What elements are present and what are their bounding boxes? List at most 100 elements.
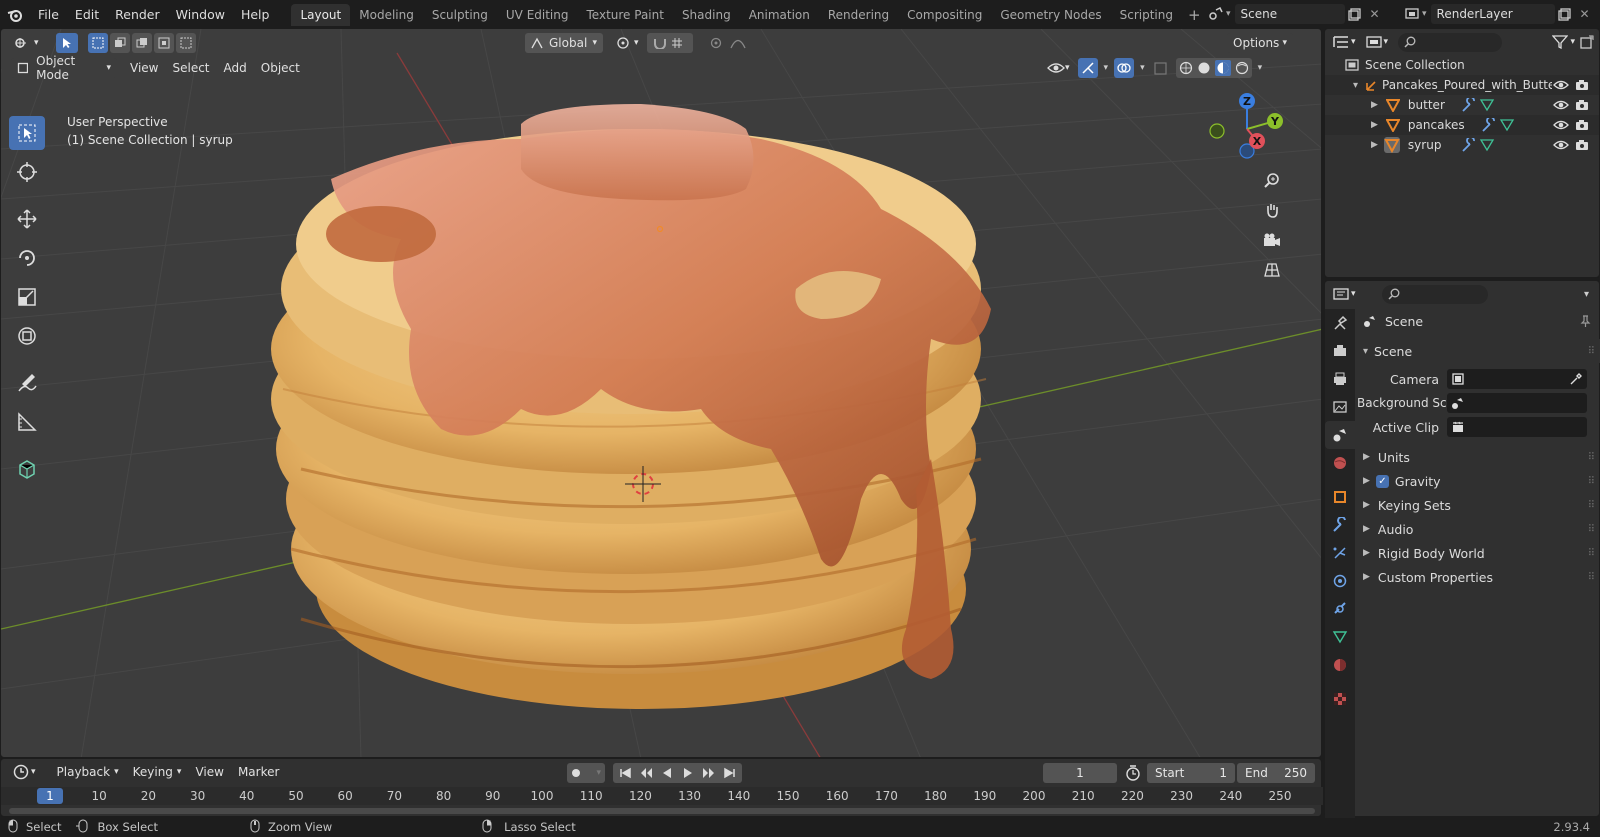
3d-viewport[interactable]: ▾ Global ▾ ▾ Options ▾ Object Mode ▾ Vie… <box>0 28 1322 758</box>
scene-name-field[interactable]: Scene <box>1234 4 1345 24</box>
view-layer-field[interactable]: RenderLayer <box>1430 4 1555 24</box>
new-scene-icon[interactable] <box>1345 4 1365 24</box>
proportional-edit-group[interactable] <box>703 33 753 53</box>
drag-handle-icon[interactable]: ⠿ <box>1588 548 1595 559</box>
delete-view-layer-icon[interactable]: ✕ <box>1575 4 1595 24</box>
outliner-search-input[interactable] <box>1398 32 1503 52</box>
material-preview-shading-icon[interactable] <box>1214 60 1231 76</box>
transform-orientation-dropdown[interactable]: Global ▾ <box>525 32 603 53</box>
start-frame-field[interactable]: Start 1 <box>1147 763 1235 783</box>
pan-view-button[interactable] <box>1259 197 1285 223</box>
menu-view[interactable]: View <box>123 58 165 78</box>
overlays-toggle[interactable] <box>1114 58 1135 78</box>
expand-arrow-icon[interactable]: ▶ <box>1371 120 1378 130</box>
snap-group[interactable] <box>647 32 693 53</box>
menu-edit[interactable]: Edit <box>67 0 107 30</box>
expand-arrow-icon[interactable]: ▶ <box>1371 140 1378 150</box>
select-box-tool[interactable] <box>9 116 45 150</box>
tab-constraints[interactable] <box>1325 595 1355 623</box>
custom-properties-panel-header[interactable]: ▶ Custom Properties ⠿ <box>1357 565 1600 589</box>
new-collection-icon[interactable] <box>1577 32 1597 52</box>
mesh-data-icon[interactable] <box>1499 118 1515 132</box>
jump-to-keyframe-prev-icon[interactable] <box>636 763 656 783</box>
new-view-layer-icon[interactable] <box>1555 4 1575 24</box>
camera-render-icon[interactable] <box>1575 98 1589 112</box>
tab-uv-editing[interactable]: UV Editing <box>497 4 578 26</box>
outliner-object-butter[interactable]: ▶ butter <box>1325 95 1599 115</box>
solid-shading-icon[interactable] <box>1197 61 1211 75</box>
mesh-data-icon[interactable] <box>1479 138 1495 152</box>
transform-tool[interactable] <box>9 319 45 353</box>
drag-handle-icon[interactable]: ⠿ <box>1588 524 1595 535</box>
drag-handle-icon[interactable]: ⠿ <box>1588 476 1595 487</box>
delete-scene-icon[interactable]: ✕ <box>1365 4 1385 24</box>
menu-object[interactable]: Object <box>254 58 307 78</box>
camera-render-icon[interactable] <box>1575 78 1589 92</box>
eyedropper-icon[interactable] <box>1569 372 1583 386</box>
keying-sets-panel-header[interactable]: ▶ Keying Sets ⠿ <box>1357 493 1600 517</box>
properties-search-input[interactable] <box>1381 284 1488 304</box>
xray-toggle[interactable] <box>1151 58 1170 78</box>
expand-arrow-icon[interactable]: ▶ <box>1371 100 1378 110</box>
navigation-gizmo[interactable]: Z Y X <box>1209 89 1299 169</box>
tab-compositing[interactable]: Compositing <box>898 4 991 26</box>
jump-to-keyframe-next-icon[interactable] <box>699 763 719 783</box>
menu-render[interactable]: Render <box>107 0 168 30</box>
timeline-editor-type-button[interactable]: ▾ <box>9 762 40 782</box>
rendered-shading-icon[interactable] <box>1235 61 1249 75</box>
editor-type-button[interactable]: ▾ <box>7 33 46 53</box>
outliner-object-syrup[interactable]: ▶ syrup <box>1325 135 1599 155</box>
menu-add[interactable]: Add <box>217 58 254 78</box>
rotate-tool[interactable] <box>9 241 45 275</box>
timeline-scrollbar[interactable] <box>9 808 1315 814</box>
outliner-object-pancakes[interactable]: ▶ pancakes <box>1325 115 1599 135</box>
tab-layout[interactable]: Layout <box>291 4 351 26</box>
jump-to-end-icon[interactable] <box>720 763 740 783</box>
play-reverse-icon[interactable] <box>657 763 677 783</box>
add-cube-tool[interactable] <box>9 452 45 486</box>
wireframe-shading-icon[interactable] <box>1179 61 1193 75</box>
gizmo-toggle[interactable] <box>1077 58 1098 78</box>
expand-arrow-icon[interactable]: ▾ <box>1353 80 1358 91</box>
eye-icon[interactable] <box>1553 79 1569 91</box>
scene-panel-header[interactable]: ▾ Scene ⠿ <box>1357 339 1600 363</box>
tab-object[interactable] <box>1325 483 1355 511</box>
tab-output[interactable] <box>1325 365 1355 393</box>
tab-geometry-nodes[interactable]: Geometry Nodes <box>991 4 1110 26</box>
tab-shading[interactable]: Shading <box>673 4 740 26</box>
neg-y-axis-handle[interactable] <box>1209 123 1225 139</box>
tab-scene[interactable] <box>1325 421 1355 449</box>
menu-file[interactable]: File <box>30 0 67 30</box>
visibility-toggle[interactable]: ▾ <box>1045 58 1072 78</box>
tab-world[interactable] <box>1325 449 1355 477</box>
annotate-tool[interactable] <box>9 366 45 400</box>
collection-row[interactable]: ▾ Pancakes_Poured_with_Butte <box>1325 75 1599 95</box>
play-icon[interactable] <box>678 763 698 783</box>
eye-icon[interactable] <box>1553 139 1569 151</box>
tab-material[interactable] <box>1325 651 1355 679</box>
gravity-checkbox[interactable]: ✓ <box>1375 474 1389 488</box>
select-intersect-icon[interactable] <box>175 32 196 53</box>
filter-dropdown[interactable]: ▾ <box>1550 32 1577 52</box>
add-workspace-button[interactable]: + <box>1182 6 1207 24</box>
end-frame-field[interactable]: End 250 <box>1237 763 1315 783</box>
display-mode-dropdown[interactable]: ▾ <box>1364 32 1391 52</box>
outliner-editor-type-button[interactable]: ▾ <box>1331 32 1358 52</box>
tab-particles[interactable] <box>1325 539 1355 567</box>
drag-handle-icon[interactable]: ⠿ <box>1588 452 1595 463</box>
wrench-modifier-icon[interactable] <box>1461 98 1477 112</box>
blender-logo-icon[interactable] <box>0 0 30 30</box>
drag-handle-icon[interactable]: ⠿ <box>1588 500 1595 511</box>
eye-icon[interactable] <box>1553 99 1569 111</box>
tab-modifiers[interactable] <box>1325 511 1355 539</box>
camera-view-button[interactable] <box>1259 227 1285 253</box>
background-scene-field[interactable] <box>1447 393 1587 413</box>
chevron-down-icon[interactable]: ▾ <box>1584 289 1589 300</box>
view-layer-icon[interactable] <box>1402 4 1422 24</box>
tab-physics[interactable] <box>1325 567 1355 595</box>
menu-window[interactable]: Window <box>168 0 233 30</box>
toggle-perspective-button[interactable] <box>1259 257 1285 283</box>
tab-animation[interactable]: Animation <box>740 4 819 26</box>
wrench-modifier-icon[interactable] <box>1481 118 1497 132</box>
menu-select[interactable]: Select <box>165 58 216 78</box>
